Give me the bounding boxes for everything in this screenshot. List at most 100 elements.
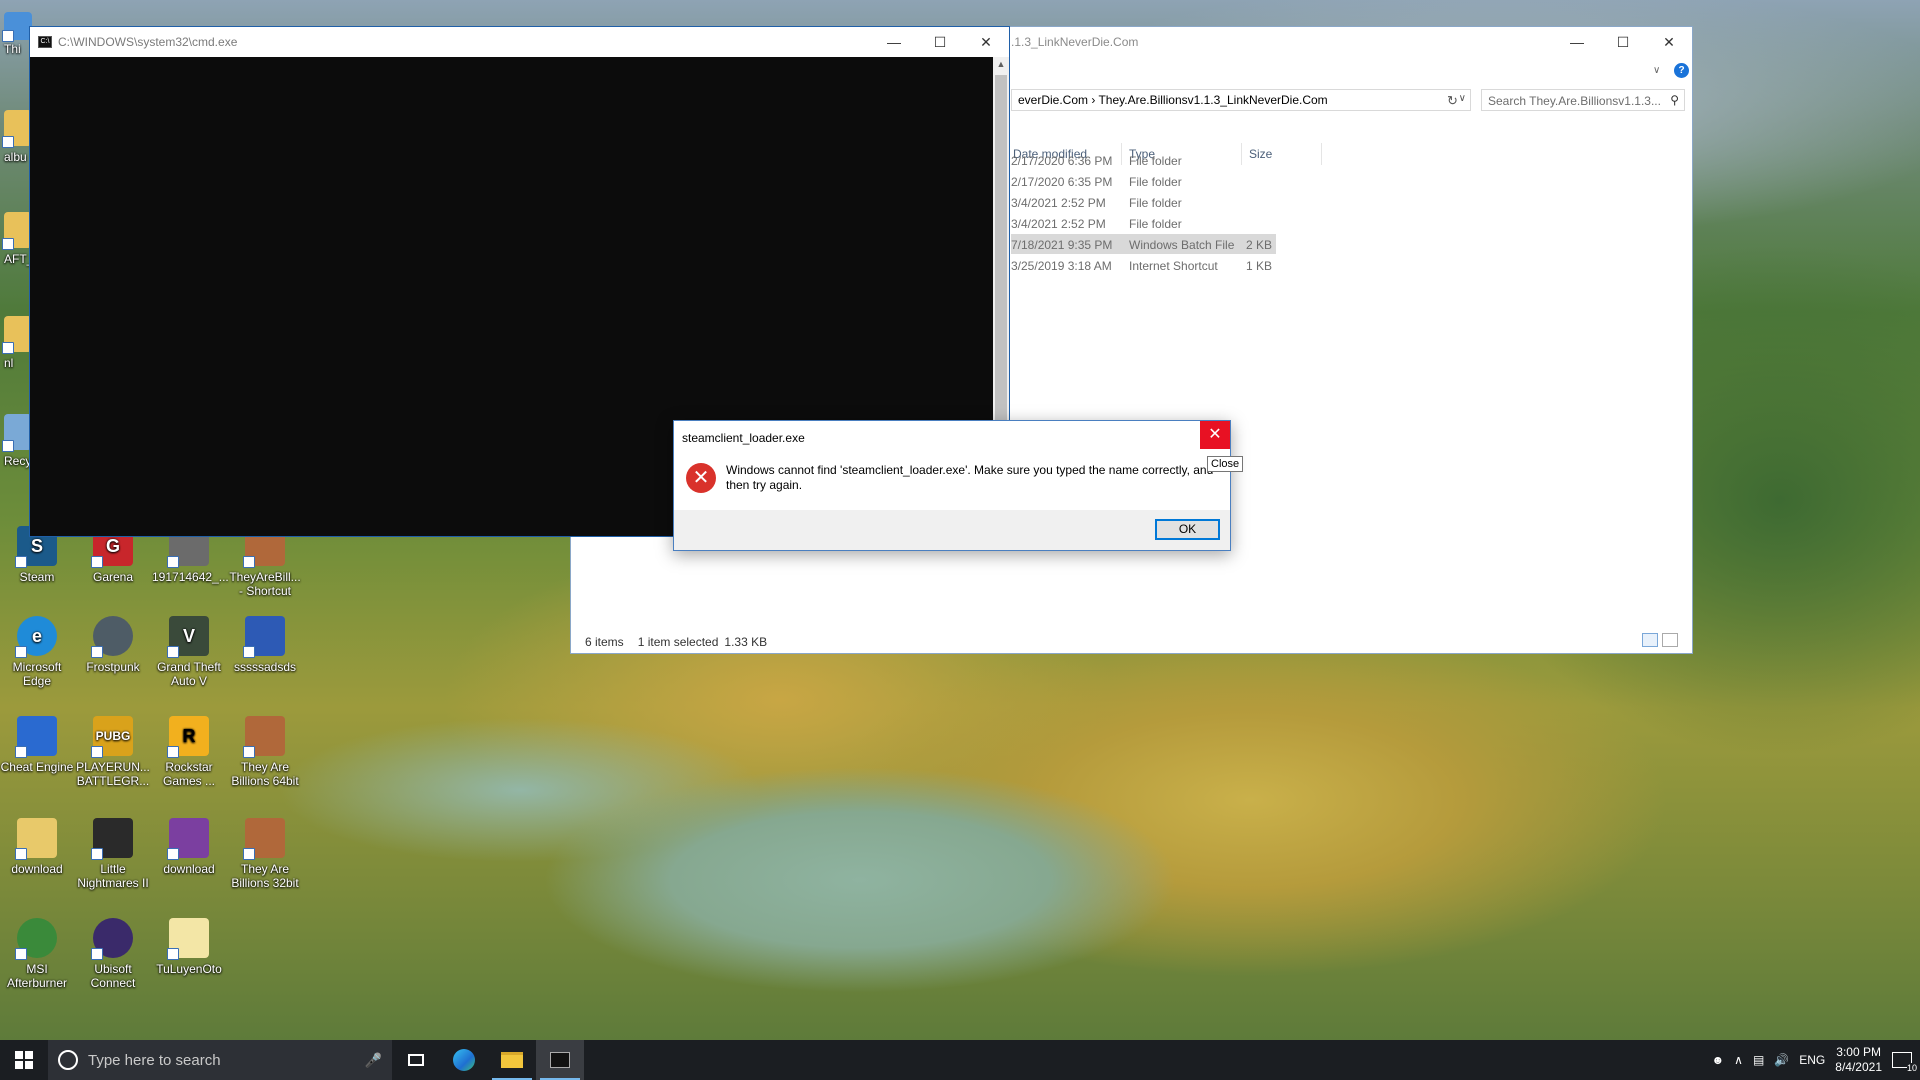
search-placeholder: Search They.Are.Billionsv1.1.3... xyxy=(1488,94,1661,108)
desktop-icon-rockstar[interactable]: R Rockstar Games ... xyxy=(152,716,226,788)
desktop-icon-gta-v[interactable]: V Grand Theft Auto V xyxy=(152,616,226,688)
notification-count: 10 xyxy=(1906,1063,1917,1073)
desktop-icon-label: Steam xyxy=(19,570,55,584)
taskbar-file-explorer[interactable] xyxy=(488,1040,536,1080)
microphone-icon[interactable]: 🎤 xyxy=(365,1052,382,1069)
row-date: 3/4/2021 2:52 PM xyxy=(1011,217,1106,231)
dialog-close-button[interactable]: ✕ xyxy=(1200,421,1230,449)
desktop-icon-label: Ubisoft Connect xyxy=(90,962,136,990)
network-icon[interactable]: ▤ xyxy=(1753,1053,1764,1067)
row-size: 1 KB xyxy=(1245,259,1272,273)
ok-button[interactable]: OK xyxy=(1155,519,1220,540)
notification-center-icon[interactable]: 10 xyxy=(1892,1052,1917,1073)
text-file-icon xyxy=(243,616,285,658)
desktop-icon-download-archive[interactable]: download xyxy=(152,818,226,876)
row-type: Internet Shortcut xyxy=(1129,259,1218,273)
status-item-count: 6 items xyxy=(585,635,624,649)
row-date: 2/17/2020 6:35 PM xyxy=(1011,175,1113,189)
little-nightmares-icon xyxy=(91,818,133,860)
row-date: 3/4/2021 2:52 PM xyxy=(1011,196,1106,210)
desktop-icon-label: 191714642_... xyxy=(152,570,229,584)
taskbar-search-placeholder: Type here to search xyxy=(88,1051,221,1069)
scroll-up-icon[interactable]: ▲ xyxy=(993,59,1009,73)
table-row[interactable]: 3/4/2021 2:52 PM File folder xyxy=(1011,192,1276,212)
desktop-icon-label: Recy xyxy=(4,454,32,468)
taskbar-edge[interactable] xyxy=(440,1040,488,1080)
desktop-icon-label: PLAYERUN... BATTLEGR... xyxy=(76,760,150,788)
row-date: 2/17/2020 6:36 PM xyxy=(1011,154,1113,168)
language-indicator[interactable]: ENG xyxy=(1799,1053,1825,1067)
they-are-billions-icon xyxy=(243,818,285,860)
status-selected: 1 item selected xyxy=(637,635,719,649)
start-button[interactable] xyxy=(0,1040,48,1080)
minimize-button[interactable]: — xyxy=(1554,27,1600,57)
desktop-icon-label: Little Nightmares II xyxy=(77,862,149,890)
desktop-icon-frostpunk[interactable]: Frostpunk xyxy=(76,616,150,674)
table-row-selected[interactable]: 7/18/2021 9:35 PM Windows Batch File 2 K… xyxy=(1011,234,1276,254)
maximize-button[interactable]: ☐ xyxy=(917,27,963,57)
gta-v-icon: V xyxy=(167,616,209,658)
taskbar-cmd[interactable] xyxy=(536,1040,584,1080)
status-size: 1.33 KB xyxy=(724,635,768,649)
desktop-icon-label: TuLuyenOto xyxy=(156,962,222,976)
desktop-icon-cheat-engine[interactable]: Cheat Engine xyxy=(0,716,74,774)
chevron-down-icon[interactable]: ∨ xyxy=(1459,93,1466,104)
dialog-titlebar[interactable]: steamclient_loader.exe xyxy=(674,421,1230,451)
row-date: 7/18/2021 9:35 PM xyxy=(1011,238,1113,252)
document-icon xyxy=(167,918,209,960)
people-icon[interactable]: ☻ xyxy=(1712,1053,1725,1067)
pubg-icon: PUBG xyxy=(91,716,133,758)
search-input[interactable]: Search They.Are.Billionsv1.1.3... ⚲ xyxy=(1481,89,1685,111)
system-tray: ☻ ∧ ▤ 🔊 ENG 3:00 PM 8/4/2021 10 xyxy=(1712,1040,1920,1080)
close-button[interactable]: ✕ xyxy=(963,27,1009,57)
desktop-icon-they-are-billions-64[interactable]: They Are Billions 64bit xyxy=(228,716,302,788)
close-button[interactable]: ✕ xyxy=(1646,27,1692,57)
desktop-icon-label: Grand Theft Auto V xyxy=(157,660,221,688)
large-icons-view-icon[interactable] xyxy=(1662,633,1678,647)
dialog-title: steamclient_loader.exe xyxy=(682,431,805,445)
desktop-icon-label: They Are Billions 32bit xyxy=(231,862,299,890)
table-row[interactable]: 3/25/2019 3:18 AM Internet Shortcut 1 KB xyxy=(1011,255,1276,275)
refresh-icon[interactable]: ↻ xyxy=(1447,93,1458,109)
desktop-icon-download-folder[interactable]: download xyxy=(0,818,74,876)
desktop-icon-label: Garena xyxy=(92,570,134,584)
desktop-icon-label: download xyxy=(11,862,63,876)
column-divider[interactable] xyxy=(1321,143,1322,165)
error-dialog[interactable]: steamclient_loader.exe ✕ ✕ Windows canno… xyxy=(673,420,1231,551)
desktop-icon-little-nightmares[interactable]: Little Nightmares II xyxy=(76,818,150,890)
dialog-message: Windows cannot find 'steamclient_loader.… xyxy=(726,463,1214,492)
desktop-icon-pubg[interactable]: PUBG PLAYERUN... BATTLEGR... xyxy=(76,716,150,788)
desktop-icon-microsoft-edge[interactable]: e Microsoft Edge xyxy=(0,616,74,688)
row-date: 3/25/2019 3:18 AM xyxy=(1011,259,1112,273)
clock[interactable]: 3:00 PM 8/4/2021 xyxy=(1835,1045,1882,1075)
help-icon[interactable]: ? xyxy=(1674,63,1689,78)
folder-icon xyxy=(2,110,32,148)
desktop-icon-msi-afterburner[interactable]: MSI Afterburner xyxy=(0,918,74,990)
table-row[interactable]: 2/17/2020 6:35 PM File folder xyxy=(1011,171,1276,191)
table-row[interactable]: 2/17/2020 6:36 PM File folder xyxy=(1011,150,1276,170)
rockstar-icon: R xyxy=(167,716,209,758)
table-row[interactable]: 3/4/2021 2:52 PM File folder xyxy=(1011,213,1276,233)
minimize-button[interactable]: — xyxy=(871,27,917,57)
cmd-titlebar[interactable]: C:\ C:\WINDOWS\system32\cmd.exe xyxy=(30,27,1009,57)
chevron-up-icon[interactable]: ∧ xyxy=(1734,1053,1743,1067)
address-path: everDie.Com › They.Are.Billionsv1.1.3_Li… xyxy=(1018,93,1328,107)
details-view-icon[interactable] xyxy=(1642,633,1658,647)
maximize-button[interactable]: ☐ xyxy=(1600,27,1646,57)
desktop-icon-ubisoft-connect[interactable]: Ubisoft Connect xyxy=(76,918,150,990)
view-toggle xyxy=(1642,633,1678,647)
desktop-icon-they-are-billions-32[interactable]: They Are Billions 32bit xyxy=(228,818,302,890)
close-tooltip: Close xyxy=(1207,456,1244,472)
edge-icon: e xyxy=(15,616,57,658)
address-bar[interactable]: everDie.Com › They.Are.Billionsv1.1.3_Li… xyxy=(1011,89,1471,111)
row-type: File folder xyxy=(1129,217,1182,231)
taskbar-search[interactable]: Type here to search 🎤 xyxy=(48,1040,392,1080)
cortana-icon xyxy=(58,1050,78,1070)
desktop-icon-tuluyenoto[interactable]: TuLuyenOto xyxy=(152,918,226,976)
desktop-icon-sssssadsds[interactable]: sssssadsds xyxy=(228,616,302,674)
task-view-button[interactable] xyxy=(392,1040,440,1080)
volume-icon[interactable]: 🔊 xyxy=(1774,1053,1789,1067)
expand-ribbon-icon[interactable]: ∨ xyxy=(1653,65,1660,76)
error-icon: ✕ xyxy=(686,463,716,493)
desktop-icon-label: They Are Billions 64bit xyxy=(231,760,299,788)
